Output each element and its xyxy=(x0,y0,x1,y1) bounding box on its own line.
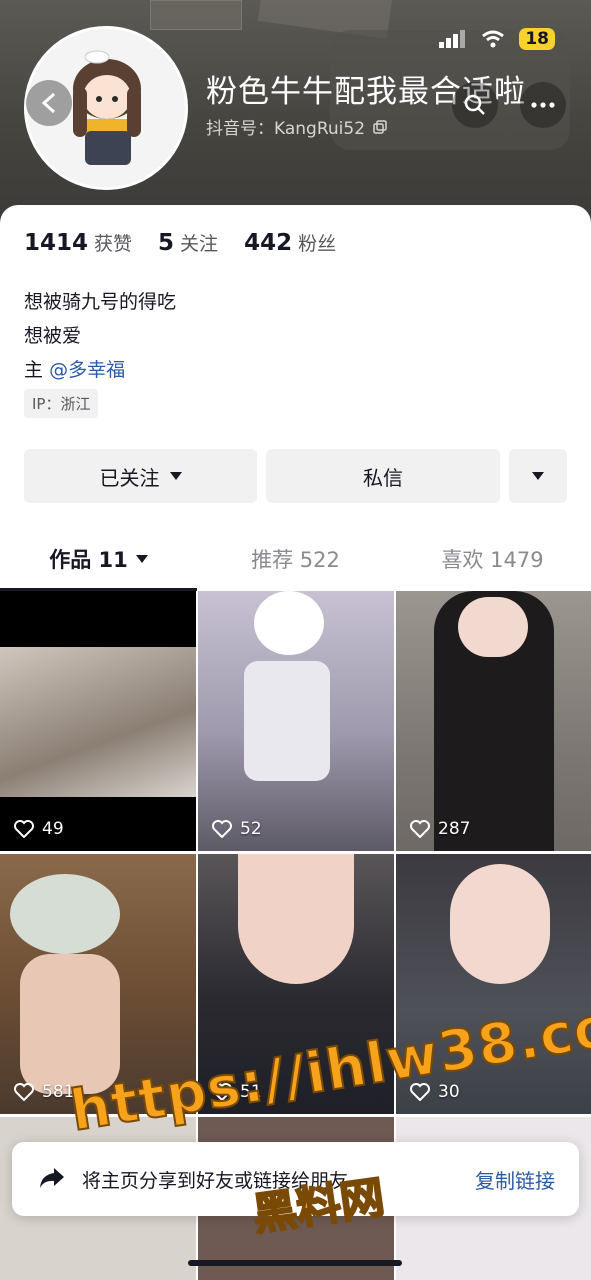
background-sign xyxy=(150,0,242,30)
message-label: 私信 xyxy=(363,465,403,490)
video-frame xyxy=(450,864,550,984)
search-button[interactable] xyxy=(452,82,498,128)
tab-label: 推荐 522 xyxy=(251,548,340,572)
bio-line: 主 @多幸福 xyxy=(24,353,176,387)
tab-recommended[interactable]: 推荐 522 xyxy=(197,527,394,591)
like-count-text: 52 xyxy=(240,819,262,839)
like-count: 52 xyxy=(212,819,262,839)
video-frame xyxy=(10,874,120,954)
stat-number: 1414 xyxy=(24,230,89,256)
like-count-text: 287 xyxy=(438,819,471,839)
followed-label: 已关注 xyxy=(99,465,160,490)
tab-label: 喜欢 1479 xyxy=(441,548,544,572)
followed-button[interactable]: 已关注 xyxy=(24,449,257,503)
content-tabs: 作品 11 推荐 522 喜欢 1479 xyxy=(0,527,591,591)
chevron-left-icon xyxy=(41,92,56,114)
heart-icon xyxy=(410,820,430,838)
like-count-text: 49 xyxy=(42,819,64,839)
stat-likes[interactable]: 1414 获赞 xyxy=(24,229,132,256)
home-indicator xyxy=(188,1260,402,1266)
stat-number: 5 xyxy=(158,230,175,256)
bio-line: 想被骑九号的得吃 xyxy=(24,291,177,313)
more-actions-button[interactable] xyxy=(509,449,567,503)
stat-label: 粉丝 xyxy=(298,233,337,255)
more-icon xyxy=(531,102,555,108)
heart-icon xyxy=(14,1083,34,1101)
video-frame xyxy=(0,591,196,647)
more-button[interactable] xyxy=(520,82,566,128)
bio: 想被骑九号的得吃 想被爱 主 @多幸福 xyxy=(24,285,176,387)
heart-icon xyxy=(14,820,34,838)
stat-label: 关注 xyxy=(180,233,219,255)
caret-down-icon xyxy=(169,472,182,480)
search-icon xyxy=(464,94,485,115)
message-button[interactable]: 私信 xyxy=(266,449,500,503)
bio-prefix: 主 xyxy=(24,359,44,381)
video-thumbnail[interactable]: 287 xyxy=(396,591,591,851)
douyin-id-text: 抖音号：KangRui52 xyxy=(206,119,366,139)
wifi-icon xyxy=(482,30,505,48)
caret-down-icon xyxy=(135,555,148,563)
status-bar: 18 xyxy=(439,28,555,50)
heart-icon xyxy=(212,820,232,838)
like-count: 49 xyxy=(14,819,64,839)
profile-stats: 1414 获赞 5 关注 442 粉丝 xyxy=(24,229,362,256)
stat-following[interactable]: 5 关注 xyxy=(158,229,218,256)
caret-down-icon xyxy=(532,472,544,480)
tab-liked[interactable]: 喜欢 1479 xyxy=(394,527,591,591)
battery-indicator: 18 xyxy=(519,28,555,50)
video-thumbnail[interactable]: 49 xyxy=(0,591,196,851)
share-arrow-icon xyxy=(40,1168,64,1188)
bio-line: 想被爱 xyxy=(24,325,82,347)
back-button[interactable] xyxy=(26,80,72,126)
copy-icon[interactable] xyxy=(373,119,387,134)
blur-mask xyxy=(254,591,324,655)
video-frame xyxy=(0,647,196,797)
video-thumbnail[interactable]: 52 xyxy=(198,591,394,851)
video-frame xyxy=(238,854,354,984)
like-count: 287 xyxy=(410,819,470,839)
like-count: 581 xyxy=(14,1082,74,1102)
tab-works[interactable]: 作品 11 xyxy=(0,527,197,591)
copy-link-button[interactable]: 复制链接 xyxy=(475,1165,555,1194)
video-frame xyxy=(458,597,528,657)
stat-label: 获赞 xyxy=(94,233,133,255)
signal-icon xyxy=(439,30,466,48)
stat-number: 442 xyxy=(244,230,293,256)
stat-followers[interactable]: 442 粉丝 xyxy=(244,229,336,256)
mention-link[interactable]: @多幸福 xyxy=(49,359,125,381)
profile-header: 18 粉色牛牛配我最合适啦 抖音号：KangRui52 xyxy=(0,0,591,230)
video-frame xyxy=(244,661,330,781)
ip-location-tag: IP：浙江 xyxy=(24,389,99,418)
douyin-id: 抖音号：KangRui52 xyxy=(206,114,387,139)
tab-label: 作品 11 xyxy=(49,548,128,572)
